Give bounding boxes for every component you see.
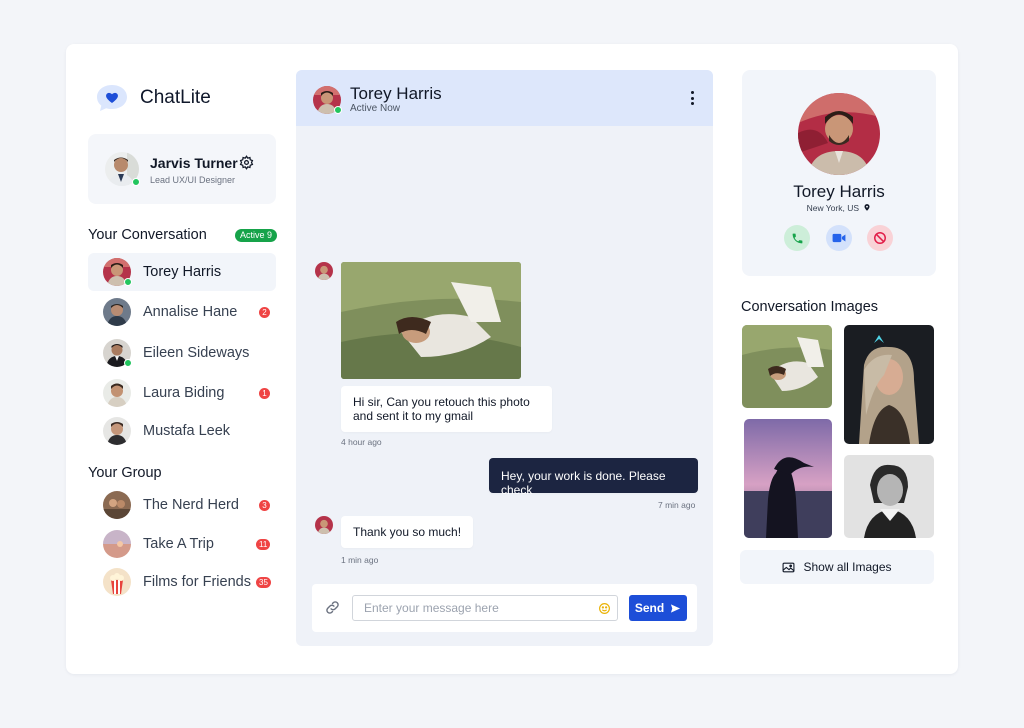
avatar: [103, 258, 132, 286]
conversation-name: Eileen Sideways: [143, 345, 250, 361]
unread-count-badge: 11: [256, 539, 271, 550]
unread-count-badge: 3: [259, 500, 270, 511]
message-time: 7 min ago: [658, 500, 696, 510]
avatar: [103, 339, 132, 367]
group-item-take-a-trip[interactable]: Take A Trip 11: [88, 525, 276, 563]
contact-location: New York, US: [742, 203, 936, 213]
contact-name: Torey Harris: [793, 182, 885, 201]
online-indicator: [124, 359, 132, 367]
avatar: [103, 568, 131, 596]
gallery-heading: Conversation Images: [741, 299, 879, 315]
gallery-image[interactable]: [744, 419, 832, 538]
block-icon: [874, 232, 886, 244]
avatar: [103, 417, 131, 445]
chat-contact-avatar[interactable]: [313, 86, 342, 114]
online-indicator: [124, 278, 132, 286]
chat-panel: Torey Harris Active Now Hi sir, Can you …: [296, 70, 713, 646]
conversation-name: Torey Harris: [143, 264, 222, 280]
message-composer: Send: [312, 584, 697, 632]
gallery-image[interactable]: [844, 455, 934, 538]
phone-call-button[interactable]: [784, 225, 810, 251]
groups-heading: Your Group: [88, 465, 162, 481]
message-input[interactable]: [352, 595, 618, 621]
active-count-badge: Active 9: [235, 229, 278, 242]
contact-avatar[interactable]: [798, 93, 880, 175]
more-options-icon[interactable]: [688, 91, 696, 105]
message-image[interactable]: [341, 262, 521, 379]
show-all-label: Show all Images: [803, 560, 892, 574]
image-icon: [783, 562, 795, 572]
online-indicator: [334, 106, 342, 114]
chat-heart-logo-icon: [96, 84, 128, 112]
send-label: Send: [634, 601, 665, 615]
location-text: New York, US: [806, 203, 860, 213]
phone-icon: [792, 233, 802, 243]
video-icon: [832, 233, 846, 243]
online-indicator: [132, 178, 140, 186]
contact-info-card: Torey Harris New York, US: [742, 70, 936, 276]
avatar: [103, 491, 131, 519]
group-item-the-nerd-herd[interactable]: The Nerd Herd 3: [88, 486, 276, 524]
gallery-image[interactable]: [742, 325, 832, 408]
app-name: ChatLite: [140, 87, 211, 108]
conversation-name: Laura Biding: [143, 385, 225, 401]
chat-header: Torey Harris Active Now: [296, 70, 713, 126]
message-text: Thank you so much!: [353, 525, 462, 539]
conversations-heading: Your Conversation: [88, 227, 207, 243]
settings-gear-icon[interactable]: [239, 155, 254, 170]
avatar: [103, 530, 131, 558]
block-contact-button[interactable]: [867, 225, 893, 251]
message-avatar: [315, 262, 333, 280]
gallery-image[interactable]: [844, 325, 934, 444]
emoji-icon[interactable]: [598, 602, 611, 615]
message-time: 4 hour ago: [341, 437, 382, 447]
conversation-name: Annalise Hane: [143, 304, 238, 320]
unread-count-badge: 2: [259, 307, 270, 318]
send-button[interactable]: Send: [629, 595, 687, 621]
brand: ChatLite: [96, 84, 211, 112]
conversation-item-laura-biding[interactable]: Laura Biding 1: [88, 374, 276, 412]
message-bubble: Thank you so much!: [341, 516, 474, 548]
conversation-item-annalise-hane[interactable]: Annalise Hane 2: [88, 293, 276, 331]
group-item-films-for-friends[interactable]: Films for Friends 35: [88, 563, 276, 601]
attachment-link-icon[interactable]: [324, 599, 341, 616]
user-name: Jarvis Turner: [150, 155, 238, 171]
message-bubble: Hi sir, Can you retouch this photo and s…: [341, 386, 552, 432]
conversation-item-eileen-sideways[interactable]: Eileen Sideways: [88, 334, 276, 372]
conversation-name: Mustafa Leek: [143, 423, 231, 439]
group-name: Films for Friends: [143, 574, 251, 590]
location-pin-icon: [864, 204, 870, 211]
avatar: [103, 379, 131, 407]
group-name: The Nerd Herd: [143, 497, 239, 513]
user-avatar: [105, 152, 140, 186]
unread-count-badge: 1: [259, 388, 270, 399]
message-text: Hi sir, Can you retouch this photo and s…: [353, 395, 530, 423]
message-text: Hey, your work is done. Please check: [501, 469, 666, 497]
send-arrow-icon: [671, 603, 681, 613]
conversation-item-mustafa-leek[interactable]: Mustafa Leek: [88, 412, 276, 450]
user-profile-card[interactable]: Jarvis Turner Lead UX/UI Designer: [88, 134, 276, 204]
unread-count-badge: 35: [256, 577, 271, 588]
user-role: Lead UX/UI Designer: [150, 175, 236, 185]
video-call-button[interactable]: [826, 225, 852, 251]
chat-contact-status: Active Now: [350, 103, 401, 114]
message-time: 1 min ago: [341, 555, 379, 565]
message-bubble-outgoing: Hey, your work is done. Please check: [489, 458, 698, 497]
chat-contact-name: Torey Harris: [350, 84, 442, 103]
message-avatar: [315, 516, 333, 534]
avatar: [103, 298, 131, 326]
conversation-item-torey-harris[interactable]: Torey Harris: [88, 253, 276, 291]
group-name: Take A Trip: [143, 536, 214, 552]
show-all-images-button[interactable]: Show all Images: [740, 550, 934, 584]
